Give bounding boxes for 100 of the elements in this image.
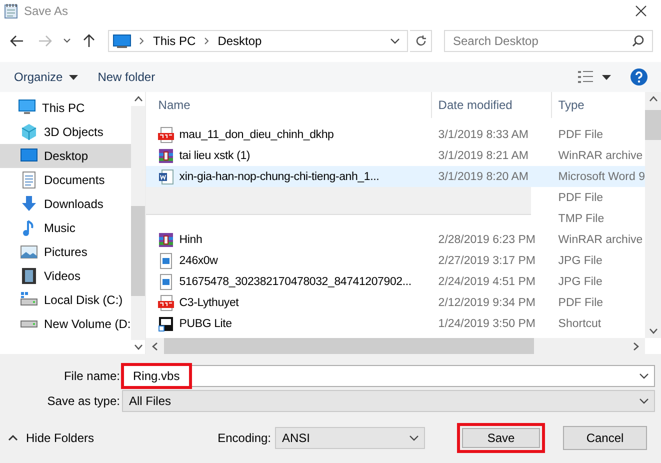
field-label: Save as type:: [46, 394, 121, 408]
scroll-down-icon: [134, 344, 143, 350]
chevron-right-icon: [139, 37, 145, 45]
down-arrow-icon: [20, 195, 38, 213]
file-date: 2/27/2019 3:17 PM: [438, 254, 536, 266]
chevron-right-icon: [204, 37, 210, 45]
file-name: PUBG Lite: [179, 318, 232, 330]
file-type: PDF File: [558, 296, 604, 308]
sidebar-item[interactable]: Downloads: [0, 192, 132, 216]
file-date: 2/24/2019 4:51 PM: [438, 276, 536, 288]
column-header[interactable]: Date modified: [432, 92, 552, 118]
file-name: Hinh: [179, 234, 202, 246]
file-type: WinRAR archive: [558, 150, 643, 162]
picture-icon: [20, 243, 38, 261]
forward-arrow-icon: [38, 35, 52, 47]
file-date: 3/1/2019 8:20 AM: [438, 170, 528, 182]
field-label: Encoding:: [218, 430, 271, 444]
file-row[interactable]: tai lieu xstk (1) 3/1/2019 8:21 AM WinRAR archive: [146, 145, 645, 166]
file-date: 2/12/2019 9:34 PM: [438, 296, 536, 308]
file-name: 246x0w: [179, 254, 218, 266]
column-header[interactable]: Type: [552, 92, 645, 118]
organize-button[interactable]: Organize: [6, 65, 86, 89]
file-row[interactable]: 51675478_302382170478032_84741207902... 2/24/2019 4:51 PM JPG File: [146, 271, 645, 292]
file-type: JPG File: [558, 254, 602, 266]
film-icon: [20, 267, 38, 285]
file-row[interactable]: mau_11_don_dieu_chinh_dkhp 3/1/2019 8:33 AM PDF File: [146, 124, 645, 145]
archive-icon: [158, 232, 174, 248]
document-icon: [20, 171, 38, 189]
search-field[interactable]: Search Desktop: [444, 30, 653, 52]
chevron-down-icon: [63, 38, 71, 44]
image-file-icon: [158, 252, 174, 268]
file-type: PDF File: [558, 128, 604, 140]
help-icon: [630, 68, 648, 86]
file-date: 1/24/2019 3:50 PM: [438, 318, 536, 330]
sidebar-item[interactable]: This PC: [0, 96, 132, 120]
archive-icon: [158, 148, 174, 164]
scroll-right-icon: [633, 342, 639, 350]
file-name: 51675478_302382170478032_84741207902...: [179, 276, 412, 288]
cancel-button[interactable]: Cancel: [563, 426, 647, 450]
word-document-icon: [158, 168, 174, 184]
sidebar-item[interactable]: Local Disk (C:): [0, 288, 132, 312]
hide-folders-button[interactable]: Hide Folders: [8, 426, 94, 450]
sidebar-item[interactable]: 3D Objects: [0, 120, 132, 144]
breadcrumb[interactable]: This PC: [153, 34, 196, 48]
caret-icon: [68, 74, 78, 80]
sidebar-item[interactable]: Documents: [0, 168, 132, 192]
pdf-file-icon: [158, 294, 174, 310]
sidebar-item[interactable]: Videos: [0, 264, 132, 288]
encoding-dropdown[interactable]: ANSI: [275, 426, 425, 448]
file-name: xin-gia-han-nop-chung-chi-tieng-anh_1...: [179, 170, 380, 182]
shortcut-icon: [158, 316, 174, 332]
pdf-file-icon: [158, 126, 174, 142]
scroll-up-icon: [134, 96, 143, 102]
file-name-field[interactable]: Ring.vbs: [122, 365, 655, 387]
cube-icon: [20, 123, 38, 141]
refresh-icon: [414, 35, 426, 47]
file-type-dropdown[interactable]: All Files: [122, 390, 655, 412]
sidebar-item[interactable]: Music: [0, 216, 132, 240]
details-view-icon: [578, 71, 594, 83]
drive-icon: [20, 320, 38, 328]
file-type: TMP File: [558, 212, 604, 224]
close-icon: [635, 5, 647, 17]
caret-icon: [602, 74, 611, 80]
file-name: mau_11_don_dieu_chinh_dkhp: [179, 128, 334, 140]
address-bar[interactable]: This PC Desktop: [108, 30, 408, 52]
scrollbar-thumb[interactable]: [131, 206, 146, 296]
sidebar-item[interactable]: New Volume (D:: [0, 312, 132, 336]
file-row[interactable]: xin-gia-han-nop-chung-chi-tieng-anh_1... 3/1/2019 8:20 AM Microsoft Word 9: [146, 166, 645, 187]
scrollbar-thumb[interactable]: [645, 110, 661, 140]
help-button[interactable]: [629, 67, 649, 87]
scrollbar-thumb[interactable]: [164, 338, 534, 354]
search-icon: [632, 35, 644, 47]
new-folder-button[interactable]: New folder: [90, 65, 164, 89]
save-button[interactable]: Save: [457, 422, 545, 452]
scroll-left-icon: [152, 342, 158, 350]
monitor-icon: [18, 99, 36, 117]
notepad-icon: [4, 3, 18, 19]
refresh-button[interactable]: [410, 30, 432, 52]
sidebar-item[interactable]: Pictures: [0, 240, 132, 264]
file-row[interactable]: PUBG Lite 1/24/2019 3:50 PM Shortcut: [146, 313, 645, 334]
file-row[interactable]: 246x0w 2/27/2019 3:17 PM JPG File: [146, 250, 645, 271]
column-header[interactable]: Name: [146, 92, 432, 118]
file-row[interactable]: C3-Lythuyet 2/12/2019 9:34 PM PDF File: [146, 292, 645, 313]
file-type: Microsoft Word 9: [558, 170, 645, 182]
sidebar-item[interactable]: Desktop: [0, 144, 132, 168]
window-title: Save As: [24, 4, 68, 18]
file-type: PDF File: [558, 192, 604, 204]
file-date: 2/28/2019 6:23 PM: [438, 234, 536, 246]
file-name: C3-Lythuyet: [179, 296, 239, 308]
file-date: 3/1/2019 8:21 AM: [438, 150, 528, 162]
file-type: WinRAR archive: [558, 234, 643, 246]
file-type: Shortcut: [558, 318, 602, 330]
file-row[interactable]: Hinh 2/28/2019 6:23 PM WinRAR archive: [146, 229, 645, 250]
image-file-icon: [158, 274, 174, 290]
chevron-up-icon: [8, 434, 18, 441]
scroll-down-icon: [648, 328, 658, 334]
file-date: 3/1/2019 8:33 AM: [438, 128, 528, 140]
scroll-up-icon: [648, 96, 658, 102]
breadcrumb[interactable]: Desktop: [218, 34, 262, 48]
monitor-icon: [113, 34, 131, 48]
